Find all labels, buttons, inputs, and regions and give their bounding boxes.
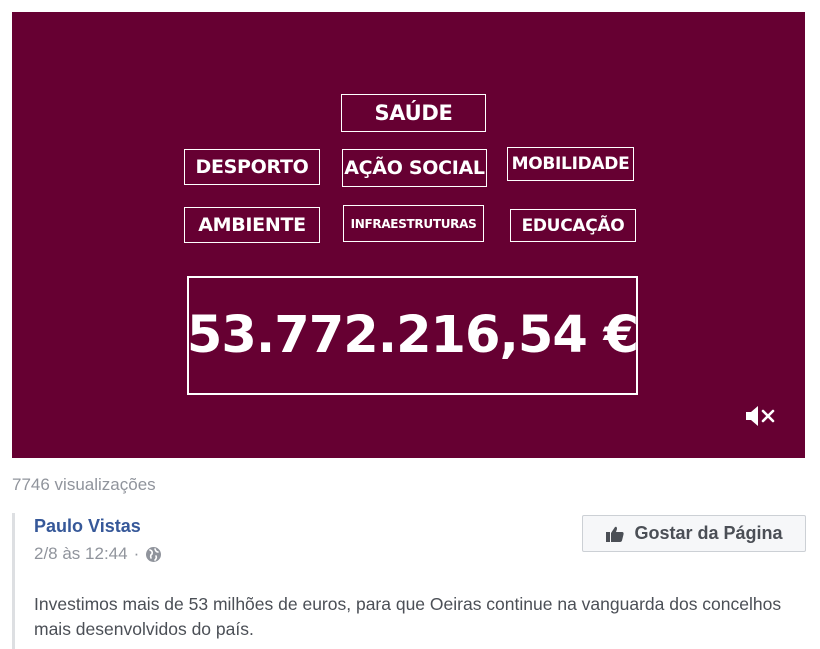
post-text: Investimos mais de 53 milhões de euros, … xyxy=(34,594,782,639)
view-count: 7746 visualizações xyxy=(12,475,156,494)
post-card: Paulo Vistas 2/8 às 12:44 · Gostar da Pá… xyxy=(12,513,808,649)
meta-separator: · xyxy=(133,544,140,563)
amount-box: 53.772.216,54 € xyxy=(186,276,639,395)
author-link[interactable]: Paulo Vistas xyxy=(34,516,141,537)
category-infraestruturas: INFRAESTRUTURAS xyxy=(343,205,484,242)
category-acao-social: AÇÃO SOCIAL xyxy=(342,149,487,187)
speaker-muted-icon[interactable] xyxy=(743,403,777,429)
video-player[interactable]: SAÚDE DESPORTO AÇÃO SOCIAL MOBILIDADE AM… xyxy=(12,12,805,458)
like-page-button[interactable]: Gostar da Página xyxy=(582,515,806,552)
category-educacao: EDUCAÇÃO xyxy=(510,209,636,242)
globe-icon xyxy=(145,546,162,563)
category-saude: SAÚDE xyxy=(341,94,486,132)
thumbs-up-icon xyxy=(605,525,625,543)
post-meta: 2/8 às 12:44 · xyxy=(34,544,162,564)
category-desporto: DESPORTO xyxy=(184,149,320,185)
category-mobilidade: MOBILIDADE xyxy=(507,147,634,181)
post-timestamp[interactable]: 2/8 às 12:44 xyxy=(34,544,128,564)
category-ambiente: AMBIENTE xyxy=(184,207,320,243)
investment-amount: 53.772.216,54 € xyxy=(186,306,639,365)
like-page-label: Gostar da Página xyxy=(634,523,783,543)
